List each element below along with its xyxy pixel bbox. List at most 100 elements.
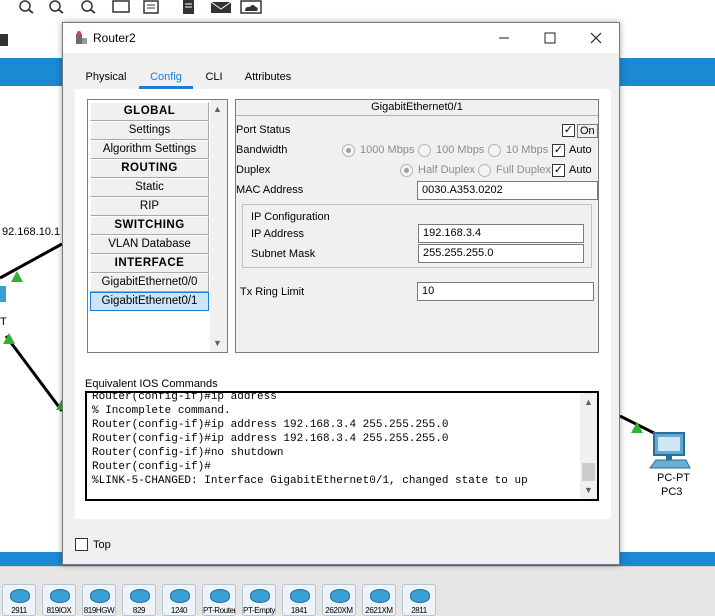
duplex-auto-checkbox[interactable]: ✓ xyxy=(552,164,565,177)
tab-cli[interactable]: CLI xyxy=(199,67,229,89)
scroll-down-icon[interactable]: ▼ xyxy=(584,485,593,495)
pc-icon[interactable] xyxy=(648,432,692,470)
bandwidth-auto-checkbox[interactable]: ✓ xyxy=(552,144,565,157)
router-icon xyxy=(76,31,87,44)
device-tile-label: 819HGW xyxy=(83,606,115,615)
half-duplex-label: Half Duplex xyxy=(418,164,475,176)
bandwidth-1000-label: 1000 Mbps xyxy=(360,144,415,156)
ios-commands-label: Equivalent IOS Commands xyxy=(85,378,218,390)
nav-item[interactable]: RIP xyxy=(90,197,209,216)
ip-configuration-group: IP Configuration IP Address 192.168.3.4 … xyxy=(242,204,592,268)
top-checkbox[interactable] xyxy=(75,538,88,551)
ip-address-field[interactable]: 192.168.3.4 xyxy=(418,224,584,243)
mac-address-label: MAC Address xyxy=(236,184,304,196)
rectangle-icon[interactable] xyxy=(112,0,130,14)
bandwidth-auto-label: Auto xyxy=(569,144,592,156)
device-tile-label: 1841 xyxy=(290,606,308,615)
nav-item[interactable]: VLAN Database xyxy=(90,235,209,254)
device-tile[interactable]: 829 xyxy=(122,584,156,616)
zoom-in-icon[interactable] xyxy=(18,0,36,14)
device-tile[interactable]: 2911 xyxy=(2,584,36,616)
minimize-button[interactable] xyxy=(481,23,527,53)
zoom-reset-icon[interactable] xyxy=(48,0,66,14)
scroll-thumb[interactable] xyxy=(582,463,595,481)
subnet-mask-field[interactable]: 255.255.255.0 xyxy=(418,244,584,263)
tx-ring-limit-label: Tx Ring Limit xyxy=(240,286,305,298)
router-icon xyxy=(410,589,430,603)
document-icon[interactable] xyxy=(180,0,198,14)
maximize-icon xyxy=(544,32,556,44)
main-toolbar xyxy=(0,0,715,18)
port-status-checkbox[interactable]: ✓ xyxy=(562,124,575,137)
nav-item[interactable]: Algorithm Settings xyxy=(90,140,209,159)
scroll-down-icon[interactable]: ▼ xyxy=(213,338,222,348)
tab-attributes[interactable]: Attributes xyxy=(237,67,299,89)
ip-configuration-label: IP Configuration xyxy=(251,211,330,223)
bandwidth-label: Bandwidth xyxy=(236,144,288,156)
window-title: Router2 xyxy=(93,31,136,45)
device-tile[interactable]: 2811 xyxy=(402,584,436,616)
nav-item[interactable]: GigabitEthernet0/1 xyxy=(90,292,209,311)
note-icon[interactable] xyxy=(142,0,160,14)
nav-item[interactable]: Settings xyxy=(90,121,209,140)
zoom-out-icon[interactable] xyxy=(80,0,98,14)
tab-physical[interactable]: Physical xyxy=(77,67,135,89)
scroll-up-icon[interactable]: ▲ xyxy=(213,104,222,114)
device-tile[interactable]: 2621XM xyxy=(362,584,396,616)
device-tile[interactable]: 2620XM xyxy=(322,584,356,616)
device-tile[interactable]: 1240 xyxy=(162,584,196,616)
printer-icon xyxy=(0,34,8,46)
console-line: % Incomplete command. xyxy=(92,405,231,417)
scroll-up-icon[interactable]: ▲ xyxy=(584,397,593,407)
config-panel: GLOBAL Settings Algorithm Settings ROUTING S… xyxy=(75,89,611,519)
device-tile[interactable]: 1841 xyxy=(282,584,316,616)
minimize-icon xyxy=(499,37,509,39)
device-tile[interactable]: PT-Empty xyxy=(242,584,276,616)
nav-item[interactable]: Static xyxy=(90,178,209,197)
device-tile-label: 1240 xyxy=(170,606,188,615)
pc-name-label: PC3 xyxy=(661,486,683,498)
router-icon xyxy=(90,589,110,603)
ios-commands-console[interactable]: Router(config-if)#ip address % Incomplete… xyxy=(85,391,599,501)
console-line: Router(config-if)#no shutdown xyxy=(92,447,284,459)
ip-label: 92.168.10.1 xyxy=(2,226,61,238)
device-tile[interactable]: 819IOX xyxy=(42,584,76,616)
device-tile-label: PT-Router xyxy=(203,606,235,615)
bandwidth-1000-radio[interactable] xyxy=(342,144,355,157)
bandwidth-100-radio[interactable] xyxy=(418,144,431,157)
close-button[interactable] xyxy=(573,23,619,53)
config-nav: GLOBAL Settings Algorithm Settings ROUTING S… xyxy=(87,99,228,353)
close-icon xyxy=(590,32,602,44)
device-tile-label: 829 xyxy=(132,606,146,615)
router-icon xyxy=(130,589,150,603)
device-tile-label: PT-Empty xyxy=(243,606,275,615)
mac-address-field[interactable]: 0030.A353.0202 xyxy=(417,181,598,200)
tx-ring-limit-field[interactable]: 10 xyxy=(417,282,594,301)
tab-config[interactable]: Config xyxy=(139,67,193,89)
router-icon xyxy=(250,589,270,603)
nav-list: GLOBAL Settings Algorithm Settings ROUTING S… xyxy=(90,102,209,311)
router-icon xyxy=(10,589,30,603)
bandwidth-100-label: 100 Mbps xyxy=(436,144,485,156)
device-label: T xyxy=(0,316,7,328)
router-icon xyxy=(370,589,390,603)
cloud-icon[interactable] xyxy=(240,0,262,14)
router-config-window: Router2 Physical Config CLI Attributes G… xyxy=(62,22,620,565)
maximize-button[interactable] xyxy=(527,23,573,53)
console-scrollbar[interactable]: ▲ ▼ xyxy=(580,393,597,499)
nav-scrollbar[interactable]: ▲ ▼ xyxy=(210,100,227,352)
console-line: Router(config-if)#ip address xyxy=(92,391,277,403)
subnet-mask-label: Subnet Mask xyxy=(251,248,316,260)
interface-settings: GigabitEthernet0/1 Port Status ✓ On Band… xyxy=(235,99,599,353)
envelope-icon[interactable] xyxy=(210,0,232,14)
half-duplex-radio[interactable] xyxy=(400,164,413,177)
title-bar[interactable]: Router2 xyxy=(63,23,619,53)
bandwidth-10-radio[interactable] xyxy=(488,144,501,157)
nav-item[interactable]: GigabitEthernet0/0 xyxy=(90,273,209,292)
device-tile[interactable]: PT-Router xyxy=(202,584,236,616)
full-duplex-radio[interactable] xyxy=(478,164,491,177)
console-line: %LINK-5-CHANGED: Interface GigabitEthern… xyxy=(92,475,528,487)
port-status-label: Port Status xyxy=(236,124,291,136)
nav-section-header: SWITCHING xyxy=(90,216,209,235)
device-tile[interactable]: 819HGW xyxy=(82,584,116,616)
